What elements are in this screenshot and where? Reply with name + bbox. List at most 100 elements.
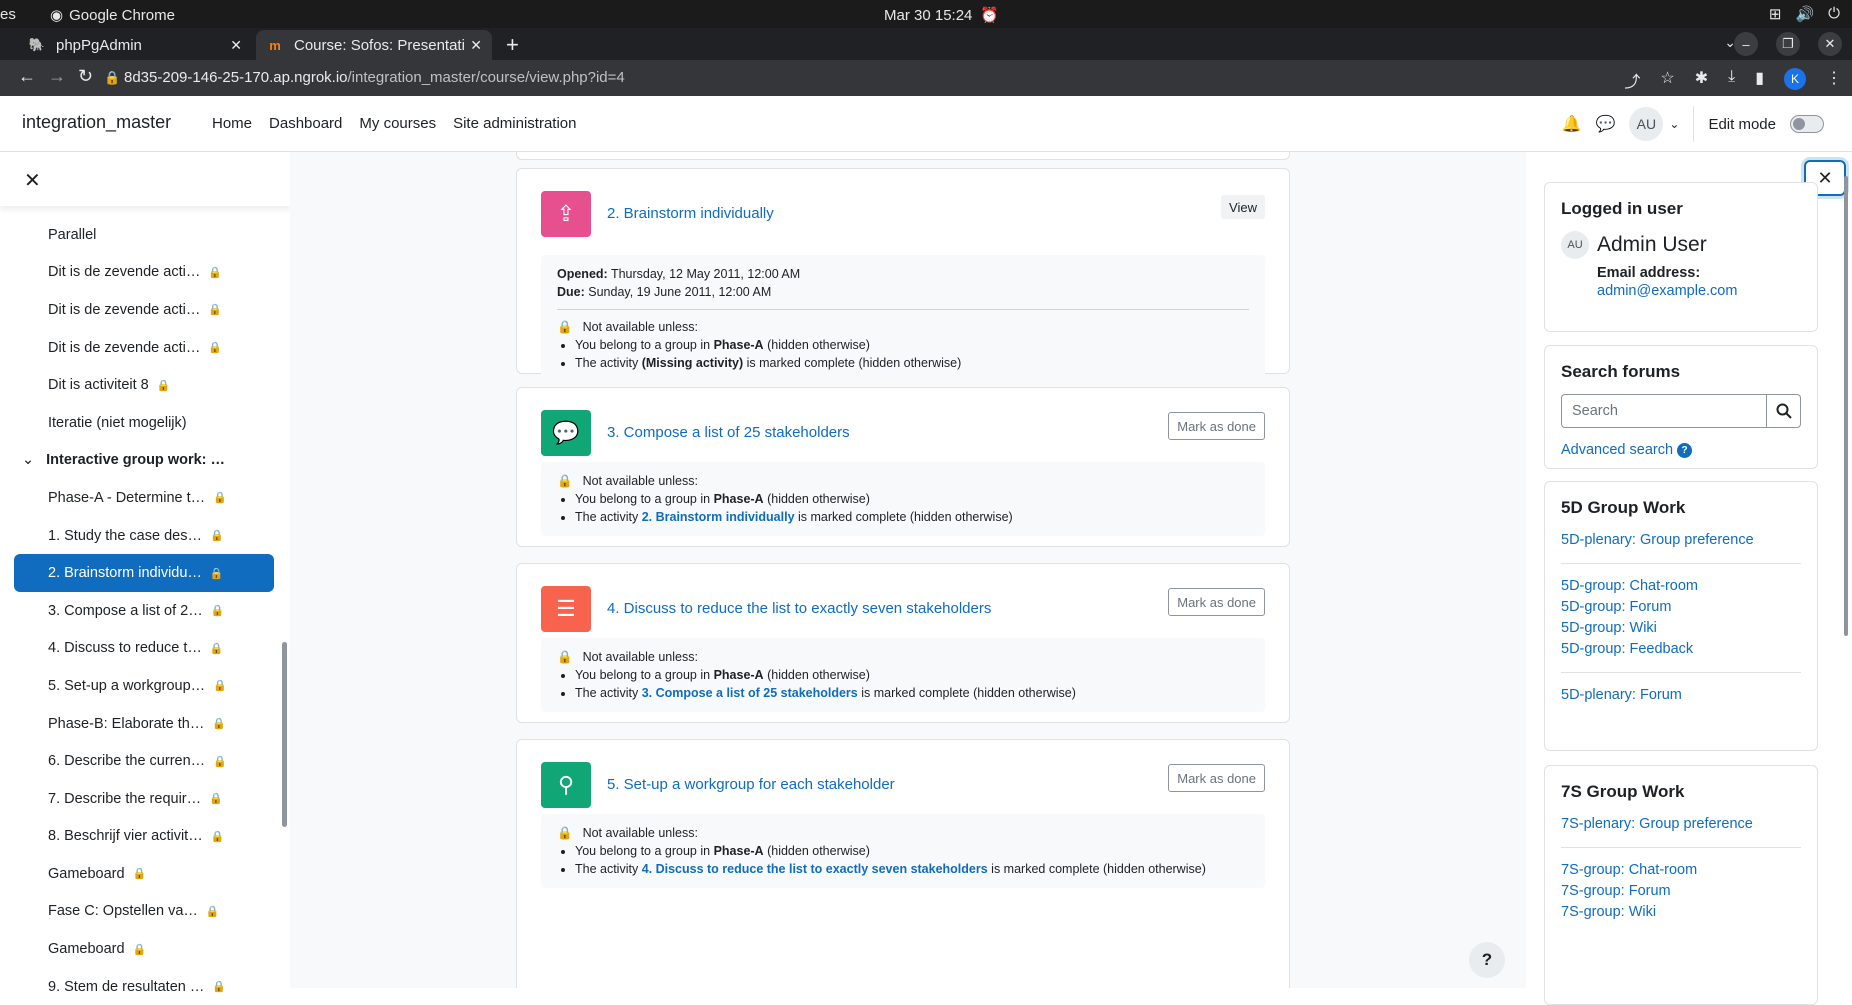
browser-tab-phppgadmin[interactable]: 🐘 phpPgAdmin ✕	[18, 30, 252, 60]
plenary-group-preference-link[interactable]: 7S-plenary: Group preference	[1561, 814, 1801, 835]
new-tab-icon[interactable]: +	[506, 32, 519, 58]
mark-as-done-button[interactable]: Mark as done	[1168, 588, 1265, 616]
extensions-puzzle-icon[interactable]: ✱	[1695, 68, 1708, 92]
group-chat-room-link[interactable]: 7S-group: Chat-room	[1561, 860, 1801, 881]
group-wiki-link[interactable]: 7S-group: Wiki	[1561, 902, 1801, 923]
restriction-list: You belong to a group in Phase-A (hidden…	[557, 666, 1249, 702]
os-app-indicator[interactable]: ◉ Google Chrome	[50, 6, 175, 25]
bookmark-star-icon[interactable]: ☆	[1660, 68, 1674, 92]
activity-title-link[interactable]: 2. Brainstorm individually	[607, 205, 774, 222]
profile-avatar[interactable]: K	[1784, 68, 1806, 90]
course-index-item[interactable]: 7. Describe the requir… 🔒	[14, 780, 274, 818]
course-index-item[interactable]: 9. Stem de resultaten … 🔒	[14, 968, 274, 1005]
tab-close-icon[interactable]: ✕	[470, 37, 482, 54]
course-index-item[interactable]: Fase C: Opstellen va… 🔒	[14, 893, 274, 931]
reload-icon[interactable]: ↻	[78, 66, 93, 87]
plenary-forum-link[interactable]: 5D-plenary: Forum	[1561, 685, 1801, 706]
site-brand[interactable]: integration_master	[22, 112, 171, 133]
activity-link[interactable]: 3. Compose a list of 25 stakeholders	[642, 686, 858, 700]
tab-title: Course: Sofos: Presentati	[294, 36, 465, 54]
course-index-item[interactable]: 2. Brainstorm individu… 🔒	[14, 554, 274, 592]
email-label: Email address:	[1597, 265, 1701, 281]
course-index-item[interactable]: Dit is de zevende acti… 🔒	[14, 254, 274, 292]
course-index-item[interactable]: 3. Compose a list of 2… 🔒	[14, 592, 274, 630]
chevron-down-icon[interactable]: ⌄	[22, 452, 34, 468]
user-avatar[interactable]: AU	[1629, 107, 1664, 141]
plenary-group-preference-link[interactable]: 5D-plenary: Group preference	[1561, 530, 1801, 551]
lock-icon: 🔒	[557, 474, 573, 488]
course-index-item[interactable]: Dit is de zevende acti… 🔒	[14, 291, 274, 329]
activity-title-link[interactable]: 5. Set-up a workgroup for each stakehold…	[607, 776, 895, 793]
nav-my-courses[interactable]: My courses	[359, 115, 436, 132]
course-index-item[interactable]: 4. Discuss to reduce t… 🔒	[14, 630, 274, 668]
browser-tab-course[interactable]: m Course: Sofos: Presentati ✕	[256, 30, 492, 60]
course-index-item[interactable]: Dit is activiteit 8 🔒	[14, 366, 274, 404]
help-button[interactable]: ?	[1469, 942, 1505, 978]
group-forum-link[interactable]: 7S-group: Forum	[1561, 881, 1801, 902]
block-divider	[1561, 563, 1801, 564]
restriction-item: You belong to a group in Phase-A (hidden…	[575, 666, 1249, 684]
course-index-item[interactable]: 6. Describe the curren… 🔒	[14, 742, 274, 780]
tab-close-icon[interactable]: ✕	[230, 37, 242, 54]
group-feedback-link[interactable]: 5D-group: Feedback	[1561, 639, 1801, 660]
activity-link[interactable]: 2. Brainstorm individually	[642, 510, 795, 524]
group-chat-room-link[interactable]: 5D-group: Chat-room	[1561, 576, 1801, 597]
group-forum-link[interactable]: 5D-group: Forum	[1561, 597, 1801, 618]
download-icon[interactable]: ⤓	[1728, 68, 1735, 92]
help-circle-icon[interactable]: ?	[1677, 443, 1693, 458]
lock-icon: 🔒	[205, 905, 220, 918]
lock-icon[interactable]: 🔒	[104, 70, 120, 86]
user-menu-chevron-icon[interactable]: ⌄	[1669, 117, 1679, 131]
course-index-item[interactable]: 1. Study the case des… 🔒	[14, 517, 274, 555]
forward-arrow-icon[interactable]: →	[48, 66, 66, 87]
nav-home[interactable]: Home	[212, 115, 252, 132]
course-index-section[interactable]: ⌄ Interactive group work: …	[14, 442, 274, 480]
window-close-icon[interactable]: ✕	[1818, 32, 1842, 56]
activity-link[interactable]: 4. Discuss to reduce the list to exactly…	[642, 862, 988, 876]
os-clock[interactable]: Mar 30 15:24 ⏰	[884, 6, 1000, 25]
side-panel-icon[interactable]: ▮	[1755, 68, 1764, 92]
course-index-item[interactable]: Iteratie (niet mogelijk)	[14, 404, 274, 442]
course-index-item[interactable]: 5. Set-up a workgroup… 🔒	[14, 667, 274, 705]
mark-as-done-button[interactable]: Mark as done	[1168, 412, 1265, 440]
course-index-item[interactable]: Gameboard 🔒	[14, 930, 274, 968]
course-index-item[interactable]: Gameboard 🔒	[14, 855, 274, 893]
back-arrow-icon[interactable]: ←	[18, 66, 36, 87]
advanced-search-link[interactable]: Advanced search	[1561, 440, 1673, 461]
os-activities-fragment[interactable]: es	[0, 6, 16, 23]
minimize-icon[interactable]: –	[1734, 32, 1758, 56]
close-drawer-icon[interactable]: ✕	[24, 168, 41, 193]
course-index-item[interactable]: Parallel	[14, 216, 274, 254]
nav-dashboard[interactable]: Dashboard	[269, 115, 342, 132]
not-available-line: 🔒 Not available unless:	[557, 320, 698, 334]
view-button[interactable]: View	[1221, 195, 1265, 219]
course-index-item[interactable]: 8. Beschrijf vier activit… 🔒	[14, 818, 274, 856]
mark-as-done-button[interactable]: Mark as done	[1168, 764, 1265, 792]
user-avatar[interactable]: AU	[1561, 231, 1589, 259]
activity-card: ☰ 4. Discuss to reduce the list to exact…	[516, 563, 1290, 723]
drawer-scrollbar[interactable]	[282, 642, 287, 827]
alarm-icon: ⏰	[980, 7, 1000, 24]
share-icon[interactable]: ⤴	[1624, 68, 1640, 92]
messages-chat-icon[interactable]: 💬	[1595, 114, 1615, 134]
course-index-item[interactable]: Dit is de zevende acti… 🔒	[14, 329, 274, 367]
nav-site-administration[interactable]: Site administration	[453, 115, 576, 132]
group-wiki-link[interactable]: 5D-group: Wiki	[1561, 618, 1801, 639]
url-bar[interactable]: 8d35-209-146-25-170.ap.ngrok.io/integrat…	[124, 69, 625, 86]
user-fullname[interactable]: Admin User	[1597, 233, 1707, 257]
primary-navigation: Home Dashboard My courses Site administr…	[212, 115, 577, 132]
os-tray[interactable]: ⊞ 🔊 ⏻	[1769, 5, 1840, 23]
search-button[interactable]	[1767, 394, 1801, 428]
activity-title-link[interactable]: 3. Compose a list of 25 stakeholders	[607, 424, 850, 441]
course-index-item[interactable]: Phase-A - Determine t… 🔒	[14, 479, 274, 517]
browser-menu-icon[interactable]: ⋮	[1826, 68, 1842, 92]
edit-mode-toggle[interactable]	[1790, 115, 1824, 133]
activity-title-link[interactable]: 4. Discuss to reduce the list to exactly…	[607, 600, 991, 617]
restore-icon[interactable]: ❐	[1776, 32, 1800, 56]
block-drawer-scrollbar[interactable]	[1844, 176, 1848, 636]
notifications-bell-icon[interactable]: 🔔	[1562, 114, 1582, 134]
email-link[interactable]: admin@example.com	[1597, 281, 1801, 302]
course-index-item[interactable]: Phase-B: Elaborate th… 🔒	[14, 705, 274, 743]
activity-restrictions: Opened: Thursday, 12 May 2011, 12:00 AM …	[541, 255, 1265, 382]
search-input[interactable]: Search	[1561, 394, 1767, 428]
